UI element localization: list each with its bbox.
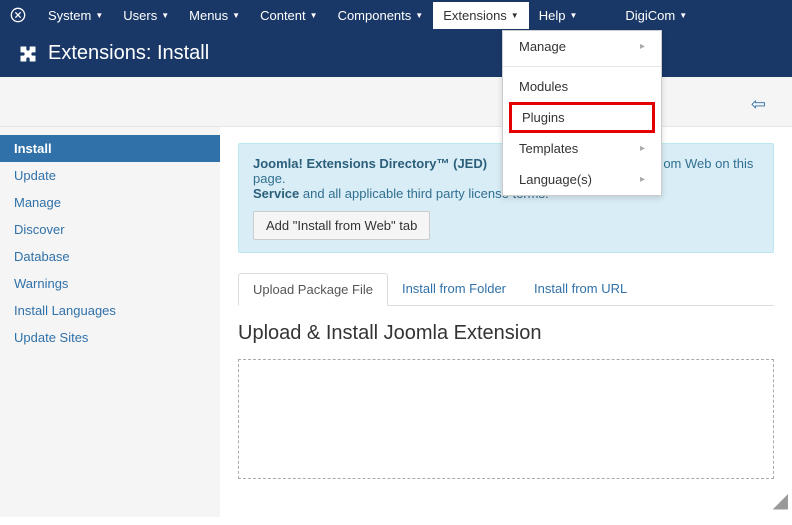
menu-item-plugins[interactable]: Plugins [509,102,655,133]
alert-jed-label: Joomla! Extensions Directory™ (JED) [253,156,487,171]
joomla-logo-icon [10,7,26,23]
menu-divider [503,66,661,67]
resize-corner-icon: ◢ [773,488,788,513]
caret-down-icon: ▼ [511,11,519,20]
page-header: Extensions: Install [0,30,792,77]
menu-item-manage[interactable]: Manage▸ [503,31,661,62]
chevron-right-icon: ▸ [640,41,645,52]
add-install-from-web-button[interactable]: Add "Install from Web" tab [253,211,430,240]
install-tabs: Upload Package FileInstall from FolderIn… [238,273,774,306]
sidebar-item-install[interactable]: Install [0,135,220,162]
sidebar-item-database[interactable]: Database [0,243,220,270]
sidebar-item-discover[interactable]: Discover [0,216,220,243]
page-title: Extensions: Install [48,42,209,65]
nav-item-components[interactable]: Components▼ [328,2,434,29]
sidebar-item-manage[interactable]: Manage [0,189,220,216]
nav-item-content[interactable]: Content▼ [250,2,327,29]
nav-item-menus[interactable]: Menus▼ [179,2,250,29]
toolbar: ⇦ [0,77,792,127]
chevron-right-icon: ▸ [640,174,645,185]
nav-item-users[interactable]: Users▼ [113,2,179,29]
sidebar-item-update-sites[interactable]: Update Sites [0,324,220,351]
caret-down-icon: ▼ [95,11,103,20]
chevron-right-icon: ▸ [640,143,645,154]
caret-down-icon: ▼ [161,11,169,20]
puzzle-icon [18,44,38,64]
nav-item-help[interactable]: Help▼ [529,2,588,29]
caret-down-icon: ▼ [232,11,240,20]
alert-service-label: Service [253,186,299,201]
nav-item-digicom[interactable]: DigiCom▼ [615,2,697,29]
tab-install-from-folder[interactable]: Install from Folder [388,273,520,305]
caret-down-icon: ▼ [569,11,577,20]
menu-item-templates[interactable]: Templates▸ [503,133,661,164]
sidebar-item-install-languages[interactable]: Install Languages [0,297,220,324]
upload-heading: Upload & Install Joomla Extension [238,322,774,345]
extensions-dropdown: Manage▸ ModulesPluginsTemplates▸Language(… [502,30,662,196]
sidebar-item-warnings[interactable]: Warnings [0,270,220,297]
sidebar: InstallUpdateManageDiscoverDatabaseWarni… [0,127,220,517]
menu-item-languages[interactable]: Language(s)▸ [503,164,661,195]
caret-down-icon: ▼ [679,11,687,20]
nav-item-system[interactable]: System▼ [38,2,113,29]
back-icon[interactable]: ⇦ [751,94,766,115]
caret-down-icon: ▼ [415,11,423,20]
caret-down-icon: ▼ [310,11,318,20]
tab-upload-package-file[interactable]: Upload Package File [238,273,388,306]
sidebar-item-update[interactable]: Update [0,162,220,189]
nav-item-extensions[interactable]: Extensions▼ [433,2,529,29]
alert-text: om Web [663,156,711,171]
top-menu-bar: System▼Users▼Menus▼Content▼Components▼Ex… [0,0,792,30]
tab-install-from-url[interactable]: Install from URL [520,273,641,305]
menu-item-modules[interactable]: Modules [503,71,661,102]
upload-dropzone[interactable] [238,359,774,479]
